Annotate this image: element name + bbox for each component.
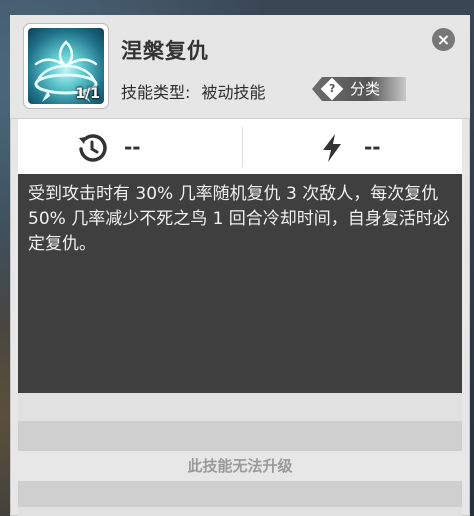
stripe-band: [18, 421, 462, 451]
skill-description: 受到攻击时有 30% 几率随机复仇 3 次敌人，每次复仇 50% 几率减少不死之…: [28, 184, 450, 254]
question-icon: ?: [320, 77, 344, 101]
close-button[interactable]: ×: [432, 28, 455, 51]
category-tag[interactable]: ? 分类: [312, 77, 406, 101]
skill-stats-bar: -- --: [18, 119, 462, 174]
skill-type-row: 技能类型: 被动技能: [121, 79, 266, 103]
stripe-band: [18, 393, 462, 421]
skill-type-label: 技能类型:: [121, 83, 191, 102]
skill-name: 涅槃复仇: [121, 39, 209, 63]
close-icon: ×: [436, 30, 451, 49]
skill-count-badge: 1/1: [75, 86, 100, 102]
category-label: 分类: [350, 80, 381, 98]
stripe-band: [18, 481, 462, 507]
cooldown-clock-icon: [76, 132, 108, 164]
skill-header: 1/1 涅槃复仇 技能类型: 被动技能 ? 分类 ×: [10, 15, 470, 119]
lightning-bolt-icon: [316, 132, 348, 164]
stripe-band: [18, 507, 462, 516]
skill-icon-frame: 1/1: [24, 24, 108, 108]
upgrade-status: 此技能无法升级: [187, 457, 293, 475]
skill-tooltip-panel: 1/1 涅槃复仇 技能类型: 被动技能 ? 分类 × -- -- 受到攻击时有 …: [10, 15, 470, 516]
stats-divider: [242, 127, 243, 167]
energy-value: --: [364, 135, 381, 159]
cooldown-value: --: [124, 135, 141, 159]
skill-description-box: 受到攻击时有 30% 几率随机复仇 3 次敌人，每次复仇 50% 几率减少不死之…: [18, 174, 462, 393]
skill-type-value: 被动技能: [201, 83, 266, 102]
